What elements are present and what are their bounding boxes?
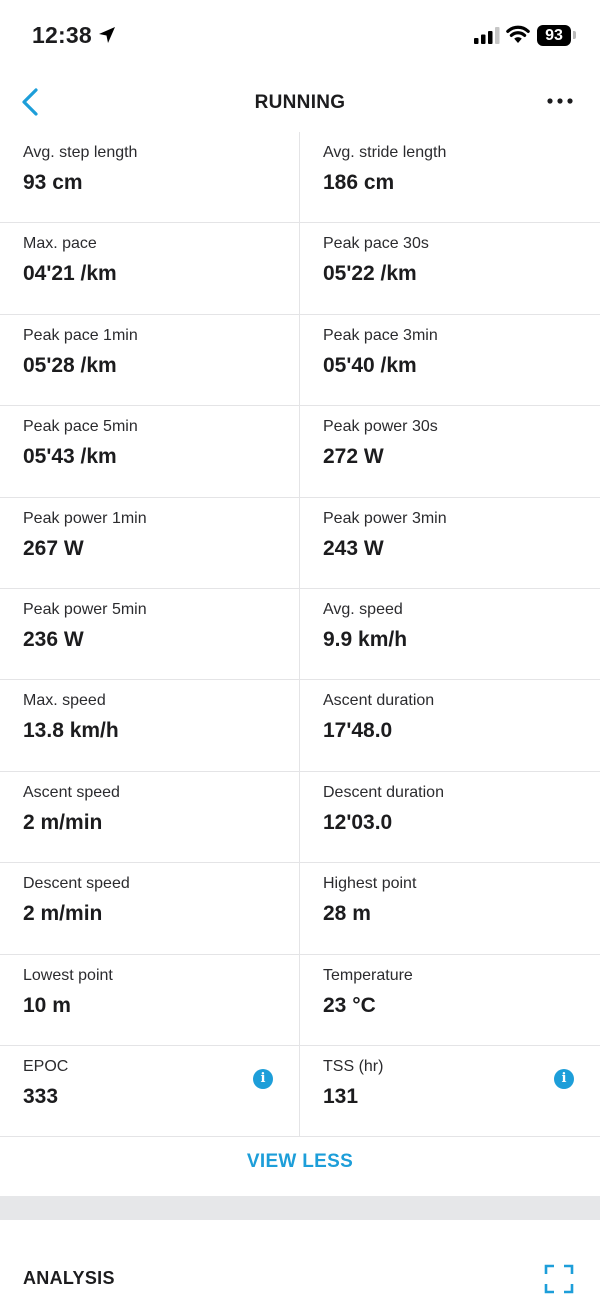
stat-value: 17'48.0: [323, 719, 393, 743]
stat-value: 2 m/min: [23, 902, 103, 926]
battery-icon: 93: [537, 25, 571, 46]
stat-label: Descent speed: [23, 875, 130, 893]
stat-value: 05'43 /km: [23, 445, 117, 469]
stat-value: 12'03.0: [323, 810, 393, 834]
stat-label: Peak power 30s: [323, 418, 438, 436]
stat-label: Avg. speed: [323, 600, 403, 618]
more-options-button[interactable]: [540, 88, 580, 114]
stat-label: Lowest point: [23, 966, 113, 984]
nav-bar: RUNNING: [0, 72, 600, 134]
stat-label: Descent duration: [323, 783, 444, 801]
location-arrow-icon: [99, 27, 115, 43]
status-time: 12:38: [32, 22, 92, 48]
stat-label: Temperature: [323, 966, 413, 984]
stats-grid: Avg. step length 93 cm Avg. stride length 1…: [0, 132, 600, 1138]
view-less-button[interactable]: VIEW LESS: [0, 1128, 600, 1196]
stat-value: 131: [323, 1084, 359, 1108]
wifi-icon: [506, 25, 530, 43]
stat-label: Peak power 3min: [323, 509, 447, 527]
stat-label: Peak pace 30s: [323, 235, 429, 253]
stat-label: Ascent speed: [23, 783, 120, 801]
stat-cell: Avg. step length 93 cm: [0, 132, 300, 224]
expand-icon[interactable]: [544, 1264, 574, 1294]
stat-cell: Temperature 23 °C: [300, 955, 600, 1046]
stat-value: 13.8 km/h: [23, 719, 119, 743]
stat-cell: Peak pace 30s 05'22 /km: [300, 223, 600, 315]
stat-value: 2 m/min: [23, 810, 103, 834]
stat-cell: Avg. speed 9.9 km/h: [300, 589, 600, 681]
stat-cell: Lowest point 10 m: [0, 954, 300, 1046]
stat-cell: Ascent speed 2 m/min: [0, 771, 300, 864]
stat-value: 05'22 /km: [323, 262, 417, 286]
stat-cell: Ascent duration 17'48.0: [300, 680, 600, 772]
stat-value: 10 m: [23, 993, 71, 1017]
stat-value: 236 W: [23, 627, 84, 651]
stat-value: 9.9 km/h: [323, 627, 408, 651]
stat-cell: Max. pace 04'21 /km: [0, 223, 300, 315]
stat-cell: Peak power 30s 272 W: [300, 406, 600, 498]
page-title: RUNNING: [254, 92, 346, 113]
stat-label: Highest point: [323, 875, 417, 893]
stat-cell: Peak pace 1min 05'28 /km: [0, 314, 300, 407]
section-separator: [0, 1196, 600, 1220]
stat-cell: Peak power 5min 236 W: [0, 588, 300, 681]
cellular-signal-icon: [474, 27, 500, 44]
stat-cell: Peak power 1min 267 W: [0, 497, 300, 589]
stat-cell: EPOC 333 i: [0, 1045, 300, 1138]
battery-tip: [573, 31, 576, 39]
stat-value: 04'21 /km: [23, 262, 117, 286]
stat-cell: Descent duration 12'03.0: [300, 772, 600, 864]
info-icon[interactable]: i: [253, 1068, 273, 1089]
stat-value: 23 °C: [323, 993, 376, 1017]
stat-label: Peak pace 1min: [23, 326, 138, 344]
stat-cell: Peak pace 3min 05'40 /km: [300, 315, 600, 407]
stat-cell: TSS (hr) 131 i: [300, 1046, 600, 1138]
stat-label: Peak pace 3min: [323, 326, 438, 344]
stat-cell: Avg. stride length 186 cm: [300, 132, 600, 224]
stat-value: 267 W: [23, 536, 84, 560]
ellipsis-icon: [547, 98, 573, 104]
stat-label: Peak pace 5min: [23, 418, 138, 436]
stat-label: Avg. step length: [23, 144, 138, 161]
stat-value: 272 W: [323, 445, 384, 469]
stat-cell: Peak pace 5min 05'43 /km: [0, 406, 300, 498]
stat-value: 28 m: [323, 902, 371, 926]
stat-value: 05'40 /km: [323, 353, 417, 377]
stat-label: Ascent duration: [323, 692, 435, 710]
stat-cell: Descent speed 2 m/min: [0, 863, 300, 955]
stat-value: 186 cm: [323, 171, 395, 194]
stat-cell: Highest point 28 m: [300, 863, 600, 955]
info-icon[interactable]: i: [554, 1068, 574, 1089]
stat-cell: Max. speed 13.8 km/h: [0, 680, 300, 772]
stat-label: Max. pace: [23, 235, 97, 253]
analysis-title: ANALYSIS: [23, 1268, 115, 1288]
stat-value: 93 cm: [23, 171, 83, 194]
stat-value: 333: [23, 1084, 59, 1108]
stat-value: 05'28 /km: [23, 353, 117, 377]
stat-label: Peak power 5min: [23, 600, 147, 618]
stat-label: Peak power 1min: [23, 509, 147, 527]
status-bar: 12:38 93: [0, 0, 600, 72]
stat-cell: Peak power 3min 243 W: [300, 498, 600, 589]
stat-value: 243 W: [323, 536, 384, 560]
stat-label: Max. speed: [23, 692, 106, 710]
stat-label: Avg. stride length: [323, 144, 447, 161]
